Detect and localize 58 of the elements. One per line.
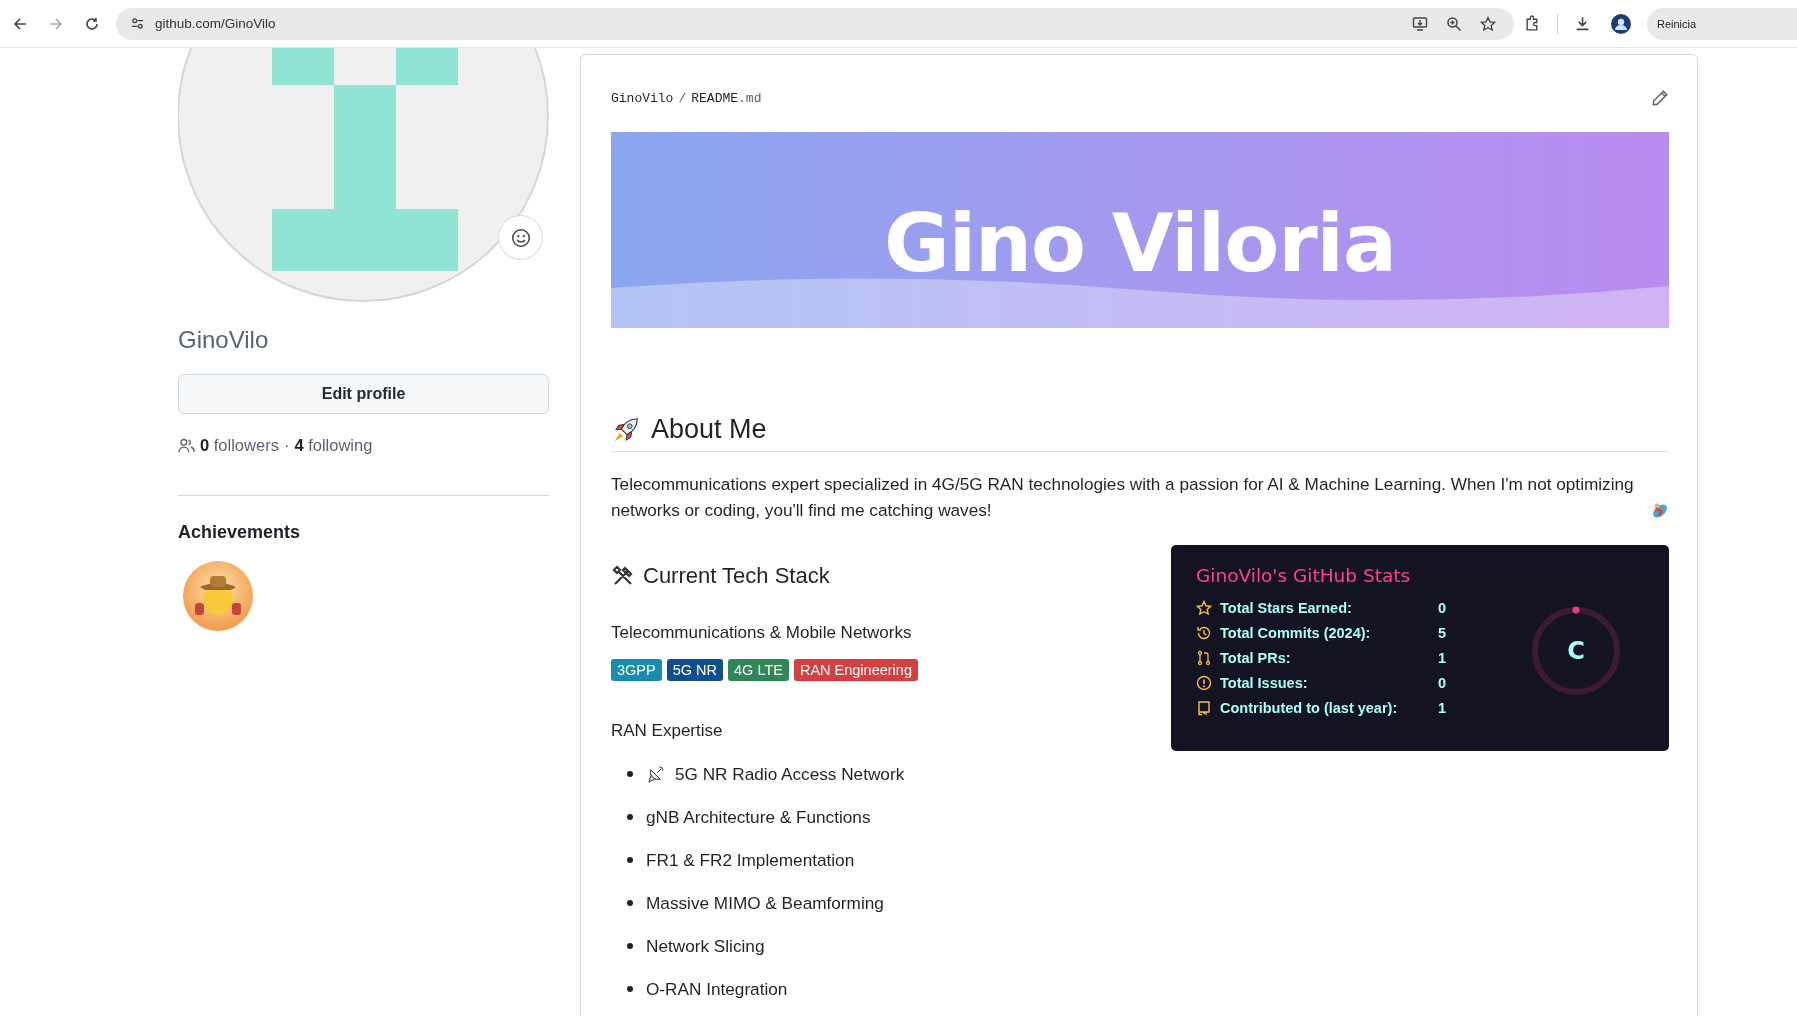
- profile-avatar-icon[interactable]: [1611, 13, 1631, 34]
- stat-value: 1: [1438, 700, 1447, 716]
- star-icon: [1196, 600, 1212, 616]
- edit-profile-button[interactable]: Edit profile: [178, 374, 549, 414]
- edit-pencil-icon[interactable]: [1651, 89, 1669, 107]
- path-separator: /: [678, 90, 687, 106]
- tech-heading-text: Current Tech Stack: [643, 563, 830, 589]
- set-status-button[interactable]: [498, 215, 543, 260]
- followers-link[interactable]: 0 followers: [200, 436, 279, 455]
- site-settings-icon[interactable]: [130, 16, 145, 31]
- repo-icon: [1196, 700, 1212, 716]
- file-name: README.md: [691, 90, 762, 106]
- list-item-text: Massive MIMO & Beamforming: [646, 892, 884, 914]
- achievement-badge[interactable]: [183, 561, 253, 631]
- stat-label: Total Issues:: [1220, 675, 1309, 691]
- tech-badge: RAN Engineering: [793, 659, 918, 681]
- username: GinoVilo: [178, 325, 270, 352]
- stat-label: Total PRs:: [1220, 650, 1292, 666]
- tech-badge: 3GPP: [611, 659, 662, 681]
- telecom-heading: Telecommunications & Mobile Networks: [611, 623, 912, 643]
- tech-badge: 4G LTE: [728, 659, 789, 681]
- relaunch-button[interactable]: Reinicia: [1647, 7, 1797, 40]
- achievements-heading: Achievements: [178, 522, 302, 543]
- reload-icon[interactable]: [84, 15, 100, 32]
- stat-value: 1: [1438, 650, 1447, 666]
- stat-value: 0: [1438, 675, 1447, 691]
- download-icon[interactable]: [1574, 15, 1591, 32]
- pull-request-icon: [1196, 650, 1212, 666]
- about-paragraph: Telecommunications expert specialized in 4G/5G RAN technologies with a passion for AI & Machine Learning. When I'm not optimizing networks or coding, you'll find me catching waves!: [611, 473, 1635, 522]
- stat-value: 0: [1438, 600, 1447, 616]
- smiley-icon: [510, 227, 531, 248]
- install-icon[interactable]: [1412, 15, 1428, 32]
- url-text: github.com/GinoVilo: [155, 16, 276, 31]
- list-item-text: Network Slicing: [646, 935, 765, 957]
- stat-label: Total Stars Earned:: [1220, 600, 1353, 616]
- list-item-text: O-RAN Integration: [646, 978, 788, 1000]
- history-icon: [1196, 625, 1212, 641]
- stat-value: 5: [1438, 625, 1447, 641]
- address-bar[interactable]: github.com/GinoVilo: [116, 7, 1514, 40]
- separator-dot: ·: [283, 436, 290, 455]
- bookmark-star-icon[interactable]: [1480, 15, 1496, 32]
- following-link[interactable]: 4 following: [294, 436, 373, 455]
- stat-label: Contributed to (last year):: [1220, 700, 1399, 716]
- list-item-text: gNB Architecture & Functions: [646, 806, 871, 828]
- rank-letter: C: [1567, 637, 1585, 665]
- issue-icon: [1196, 675, 1212, 691]
- list-item-text: 5G NR Radio Access Network: [675, 763, 905, 785]
- banner-title: Gino Viloria: [884, 196, 1396, 290]
- ran-heading: RAN Expertise: [611, 721, 723, 741]
- people-icon: [178, 437, 195, 454]
- owner-link[interactable]: GinoVilo: [611, 90, 674, 106]
- list-item-text: FR1 & FR2 Implementation: [646, 849, 855, 871]
- about-heading-text: About Me: [651, 414, 767, 445]
- back-icon[interactable]: [12, 15, 28, 32]
- stats-title: GinoVilo's GitHub Stats: [1196, 565, 1412, 586]
- tech-badge: 5G NR: [666, 659, 723, 681]
- zoom-icon[interactable]: [1446, 15, 1462, 32]
- stat-label: Total Commits (2024):: [1220, 625, 1372, 641]
